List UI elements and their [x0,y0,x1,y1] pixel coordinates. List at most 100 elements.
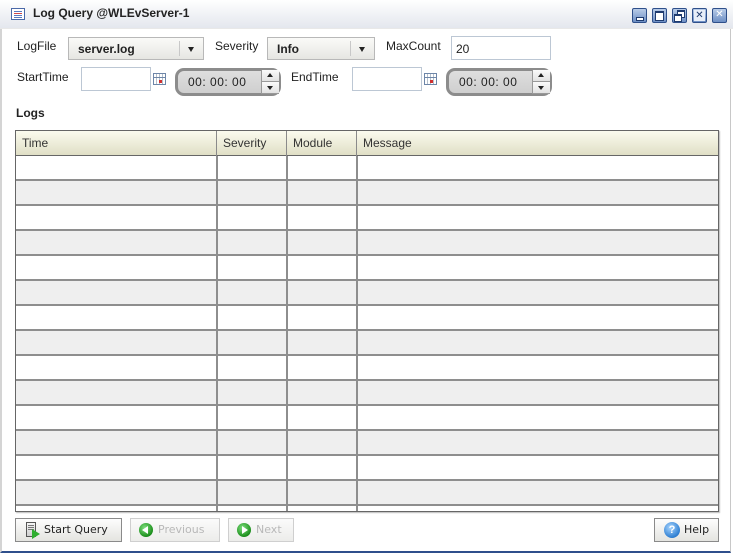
column-header-module[interactable]: Module [286,131,356,156]
logs-section-title: Logs [16,106,45,120]
table-cell-severity [216,456,286,479]
minimize-button[interactable] [632,8,647,23]
table-row[interactable] [16,231,718,256]
restore-button[interactable] [672,8,687,23]
table-row[interactable] [16,181,718,206]
previous-label: Previous [158,523,205,536]
table-cell-message [356,456,718,479]
table-cell-module [286,381,356,404]
endtime-date-input[interactable] [352,67,422,91]
table-row[interactable] [16,481,718,506]
table-cell-severity [216,206,286,229]
maximize-button[interactable] [652,8,667,23]
close-all-icon: ✕ [694,10,705,21]
column-header-severity[interactable]: Severity [216,131,286,156]
table-cell-message [356,306,718,329]
table-cell-time [16,431,216,454]
table-row[interactable] [16,206,718,231]
table-cell-severity [216,181,286,204]
table-row[interactable] [16,406,718,431]
close-button[interactable]: ✕ [712,8,727,23]
table-row[interactable] [16,281,718,306]
window-title: Log Query @WLEvServer-1 [33,6,190,20]
spin-up-icon[interactable] [533,70,550,82]
table-cell-time [16,331,216,354]
title-bar[interactable]: Log Query @WLEvServer-1 ✕ ✕ [0,0,733,29]
table-row[interactable] [16,431,718,456]
help-label: Help [684,523,710,536]
table-row[interactable] [16,506,718,511]
next-button[interactable]: Next [228,518,294,542]
next-label: Next [256,523,282,536]
logs-table[interactable]: Time Severity Module Message [15,130,719,512]
table-row[interactable] [16,456,718,481]
table-row[interactable] [16,331,718,356]
time-spinner-buttons [261,70,279,94]
endtime-time-spinner[interactable]: 00: 00: 00 [446,68,552,96]
table-row[interactable] [16,256,718,281]
severity-label: Severity [215,39,259,53]
select-divider [179,41,180,56]
arrow-right-icon [237,523,251,537]
spin-down-icon[interactable] [262,82,279,94]
logfile-label: LogFile [17,39,57,53]
table-cell-time [16,181,216,204]
table-cell-severity [216,331,286,354]
arrow-left-icon [139,523,153,537]
close-all-button[interactable]: ✕ [692,8,707,23]
table-row[interactable] [16,156,718,181]
table-row[interactable] [16,356,718,381]
table-cell-severity [216,256,286,279]
help-button[interactable]: ? Help [654,518,719,542]
time-spinner-buttons [532,70,550,94]
table-cell-module [286,406,356,429]
calendar-icon[interactable] [153,73,166,85]
table-cell-message [356,381,718,404]
spin-down-icon[interactable] [533,82,550,94]
endtime-time-value: 00: 00: 00 [459,75,518,89]
start-query-button[interactable]: Start Query [15,518,122,542]
list-icon [11,8,25,20]
table-cell-message [356,331,718,354]
table-cell-module [286,181,356,204]
table-row[interactable] [16,381,718,406]
table-cell-module [286,281,356,304]
help-icon: ? [664,522,680,538]
table-cell-message [356,206,718,229]
table-row[interactable] [16,306,718,331]
select-divider [350,41,351,56]
start-query-label: Start Query [44,523,108,536]
table-cell-module [286,431,356,454]
maxcount-input[interactable]: 20 [451,36,551,60]
table-cell-module [286,456,356,479]
table-cell-message [356,181,718,204]
severity-select[interactable]: Info [267,37,375,60]
table-cell-time [16,456,216,479]
starttime-date-input[interactable] [81,67,151,91]
table-cell-time [16,406,216,429]
table-cell-time [16,281,216,304]
spin-up-icon[interactable] [262,70,279,82]
table-cell-module [286,356,356,379]
play-icon [32,529,40,539]
table-cell-message [356,156,718,179]
starttime-time-spinner[interactable]: 00: 00: 00 [175,68,281,96]
endtime-label: EndTime [291,70,339,84]
table-cell-severity [216,481,286,504]
column-header-message[interactable]: Message [356,131,718,156]
table-cell-severity [216,406,286,429]
table-cell-message [356,356,718,379]
minimize-icon [636,17,644,21]
table-cell-module [286,506,356,511]
table-cell-time [16,206,216,229]
table-cell-module [286,231,356,254]
previous-button[interactable]: Previous [130,518,220,542]
calendar-icon[interactable] [424,73,437,85]
maximize-icon [655,11,664,21]
table-cell-module [286,306,356,329]
table-header: Time Severity Module Message [16,131,718,156]
table-cell-message [356,506,718,511]
column-header-time[interactable]: Time [16,131,217,156]
table-cell-time [16,356,216,379]
logfile-select[interactable]: server.log [68,37,204,60]
